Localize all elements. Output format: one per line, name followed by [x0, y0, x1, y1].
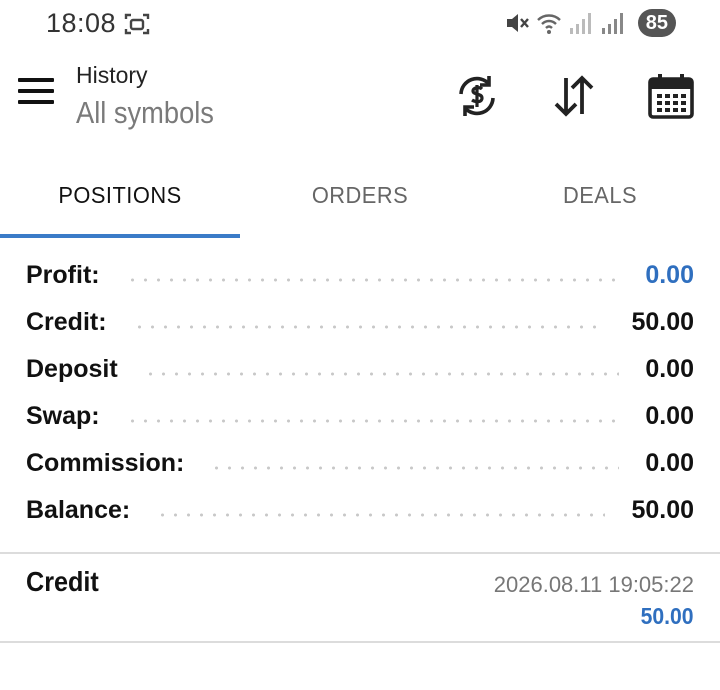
active-tab-indicator — [0, 234, 240, 238]
summary-row-profit: Profit: 0.00 — [0, 252, 720, 299]
summary-label: Profit: — [26, 261, 100, 289]
summary-value: 50.00 — [631, 496, 694, 524]
dotted-leader — [125, 417, 620, 424]
summary-value: 0.00 — [645, 449, 694, 477]
divider — [0, 552, 720, 554]
summary-value: 0.00 — [645, 355, 694, 383]
sort-icon[interactable] — [550, 72, 598, 120]
deal-type: Credit — [26, 566, 99, 597]
summary-value: 0.00 — [645, 402, 694, 430]
wifi-icon — [536, 14, 561, 34]
status-time: 18:08 — [46, 8, 117, 38]
summary-label: Swap: — [26, 402, 100, 430]
tab-deals[interactable]: DEALS — [486, 160, 714, 238]
menu-icon[interactable] — [18, 78, 56, 112]
summary-label: Deposit — [26, 355, 118, 383]
deal-amount: 50.00 — [641, 603, 694, 629]
dotted-leader — [210, 464, 620, 471]
dotted-leader — [156, 511, 606, 518]
tab-bar: POSITIONS ORDERS DEALS — [0, 160, 720, 238]
status-bar: 18:08 85 — [0, 0, 720, 48]
deal-datetime: 2026.08.11 19:05:22 — [493, 572, 694, 597]
app-bar: History All symbols — [0, 48, 720, 148]
dotted-leader — [132, 323, 606, 330]
battery-level: 85 — [637, 9, 676, 37]
summary-row-swap: Swap: 0.00 — [0, 393, 720, 440]
tab-orders[interactable]: ORDERS — [246, 160, 474, 238]
summary-value: 50.00 — [631, 308, 694, 336]
divider — [0, 641, 720, 643]
page-title: History — [76, 62, 148, 88]
dotted-leader — [143, 370, 620, 377]
mute-icon — [506, 14, 529, 32]
currency-sync-icon[interactable] — [453, 72, 501, 120]
calendar-icon[interactable] — [647, 72, 695, 120]
tab-positions[interactable]: POSITIONS — [6, 160, 234, 238]
summary-label: Credit: — [26, 308, 107, 336]
screenshot-icon — [124, 13, 150, 35]
summary-list: Profit: 0.00 Credit: 50.00 Deposit 0.00 … — [0, 252, 720, 534]
list-item[interactable]: Credit 2026.08.11 19:05:22 50.00 — [0, 556, 720, 642]
signal-icon — [601, 13, 623, 34]
symbol-filter[interactable]: All symbols — [76, 95, 214, 131]
dotted-leader — [125, 276, 620, 283]
summary-row-credit: Credit: 50.00 — [0, 299, 720, 346]
summary-row-deposit: Deposit 0.00 — [0, 346, 720, 393]
signal-icon — [569, 13, 591, 34]
summary-label: Balance: — [26, 496, 131, 524]
summary-label: Commission: — [26, 449, 185, 477]
summary-row-balance: Balance: 50.00 — [0, 487, 720, 534]
summary-row-commission: Commission: 0.00 — [0, 440, 720, 487]
summary-value: 0.00 — [645, 261, 694, 289]
